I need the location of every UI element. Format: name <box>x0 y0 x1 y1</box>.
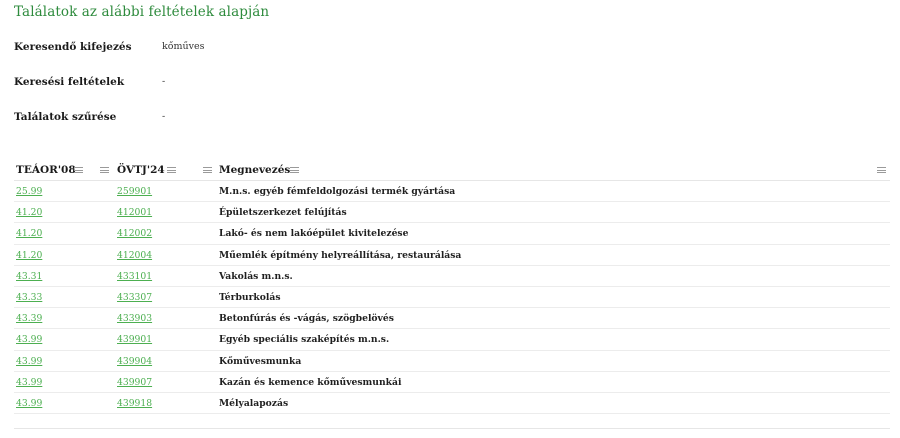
table-row: 25.99 259901 M.n.s. egyéb fémfeldolgozási … <box>14 181 890 203</box>
activity-name: Térburkolás <box>219 291 281 303</box>
activity-name: Kazán és kemence kőművesmunkái <box>219 376 402 388</box>
column-drag-icon[interactable] <box>203 167 212 173</box>
teaor-code-link[interactable]: 41.20 <box>16 228 42 239</box>
table-row: 43.99 439907 Kazán és kemence kőművesmunká… <box>14 372 890 393</box>
table-row: 41.20 412002 Lakó- és nem lakóépület kivit… <box>14 223 890 245</box>
activity-name: M.n.s. egyéb fémfeldolgozási termék gyár… <box>219 186 456 197</box>
table-row: 43.31 433101 Vakolás m.n.s. <box>14 266 890 287</box>
ovtj-code-link[interactable]: 412001 <box>117 207 152 218</box>
criteria-value: - <box>162 76 166 87</box>
ovtj-code-link[interactable]: 439907 <box>117 377 152 388</box>
table-options-icon[interactable] <box>877 167 886 173</box>
table-body: 25.99 259901 M.n.s. egyéb fémfeldolgozási … <box>14 181 890 415</box>
table-row: 41.20 412004 Műemlék építmény helyreállítá… <box>14 245 890 266</box>
ovtj-code-link[interactable]: 433903 <box>117 313 152 324</box>
criteria-value: kőműves <box>162 41 205 52</box>
teaor-code-link[interactable]: 43.99 <box>16 356 42 367</box>
ovtj-code-link[interactable]: 439901 <box>117 334 152 345</box>
table-row: 43.99 439904 Kőművesmunka <box>14 351 890 372</box>
column-drag-icon[interactable] <box>100 167 109 173</box>
page-title: Találatok az alábbi feltételek alapján <box>14 4 270 20</box>
activity-name: Betonfúrás és -vágás, szögbelövés <box>219 313 394 325</box>
activity-name: Mélyalapozás <box>219 397 289 409</box>
column-menu-icon[interactable] <box>74 167 83 173</box>
activity-name: Kőművesmunka <box>219 355 302 367</box>
ovtj-code-link[interactable]: 259901 <box>117 186 152 197</box>
teaor-code-link[interactable]: 43.99 <box>16 398 42 409</box>
ovtj-code-link[interactable]: 412002 <box>117 228 152 239</box>
column-header-ovtj[interactable]: ÖVTJ'24 <box>117 164 165 176</box>
criteria-label: Keresendő kifejezés <box>14 41 132 53</box>
divider <box>14 428 890 429</box>
criteria-value: - <box>162 111 166 122</box>
teaor-code-link[interactable]: 43.31 <box>16 271 42 282</box>
table-row: 43.99 439918 Mélyalapozás <box>14 393 890 415</box>
criteria-label: Keresési feltételek <box>14 76 125 88</box>
table-header: TEÁOR'08 ÖVTJ'24 Megnevezés <box>14 158 890 181</box>
column-header-megnevezes[interactable]: Megnevezés <box>219 164 290 176</box>
criteria-label: Találatok szűrése <box>14 111 117 123</box>
teaor-code-link[interactable]: 43.39 <box>16 313 42 324</box>
table-row: 43.99 439901 Egyéb speciális szaképítés m.… <box>14 329 890 351</box>
teaor-code-link[interactable]: 43.99 <box>16 334 42 345</box>
teaor-code-link[interactable]: 25.99 <box>16 186 42 197</box>
table-row: 43.33 433307 Térburkolás <box>14 287 890 309</box>
ovtj-code-link[interactable]: 412004 <box>117 250 152 261</box>
results-table: TEÁOR'08 ÖVTJ'24 Megnevezés 25.99 259901 M… <box>14 158 890 415</box>
activity-name: Műemlék építmény helyreállítása, restaur… <box>219 249 462 261</box>
activity-name: Egyéb speciális szaképítés m.n.s. <box>219 334 390 346</box>
table-row: 41.20 412001 Épületszerkezet felújítás <box>14 202 890 224</box>
teaor-code-link[interactable]: 43.99 <box>16 377 42 388</box>
table-row: 43.39 433903 Betonfúrás és -vágás, szögbel… <box>14 308 890 330</box>
teaor-code-link[interactable]: 41.20 <box>16 207 42 218</box>
ovtj-code-link[interactable]: 439904 <box>117 356 152 367</box>
ovtj-code-link[interactable]: 433101 <box>117 271 152 282</box>
column-menu-icon[interactable] <box>167 167 176 173</box>
column-header-teaor[interactable]: TEÁOR'08 <box>16 164 76 176</box>
ovtj-code-link[interactable]: 439918 <box>117 398 152 409</box>
ovtj-code-link[interactable]: 433307 <box>117 292 152 303</box>
activity-name: Épületszerkezet felújítás <box>219 207 347 219</box>
activity-name: Lakó- és nem lakóépület kivitelezése <box>219 228 409 240</box>
column-menu-icon[interactable] <box>290 167 299 173</box>
teaor-code-link[interactable]: 41.20 <box>16 250 42 261</box>
teaor-code-link[interactable]: 43.33 <box>16 292 42 303</box>
activity-name: Vakolás m.n.s. <box>219 270 293 282</box>
